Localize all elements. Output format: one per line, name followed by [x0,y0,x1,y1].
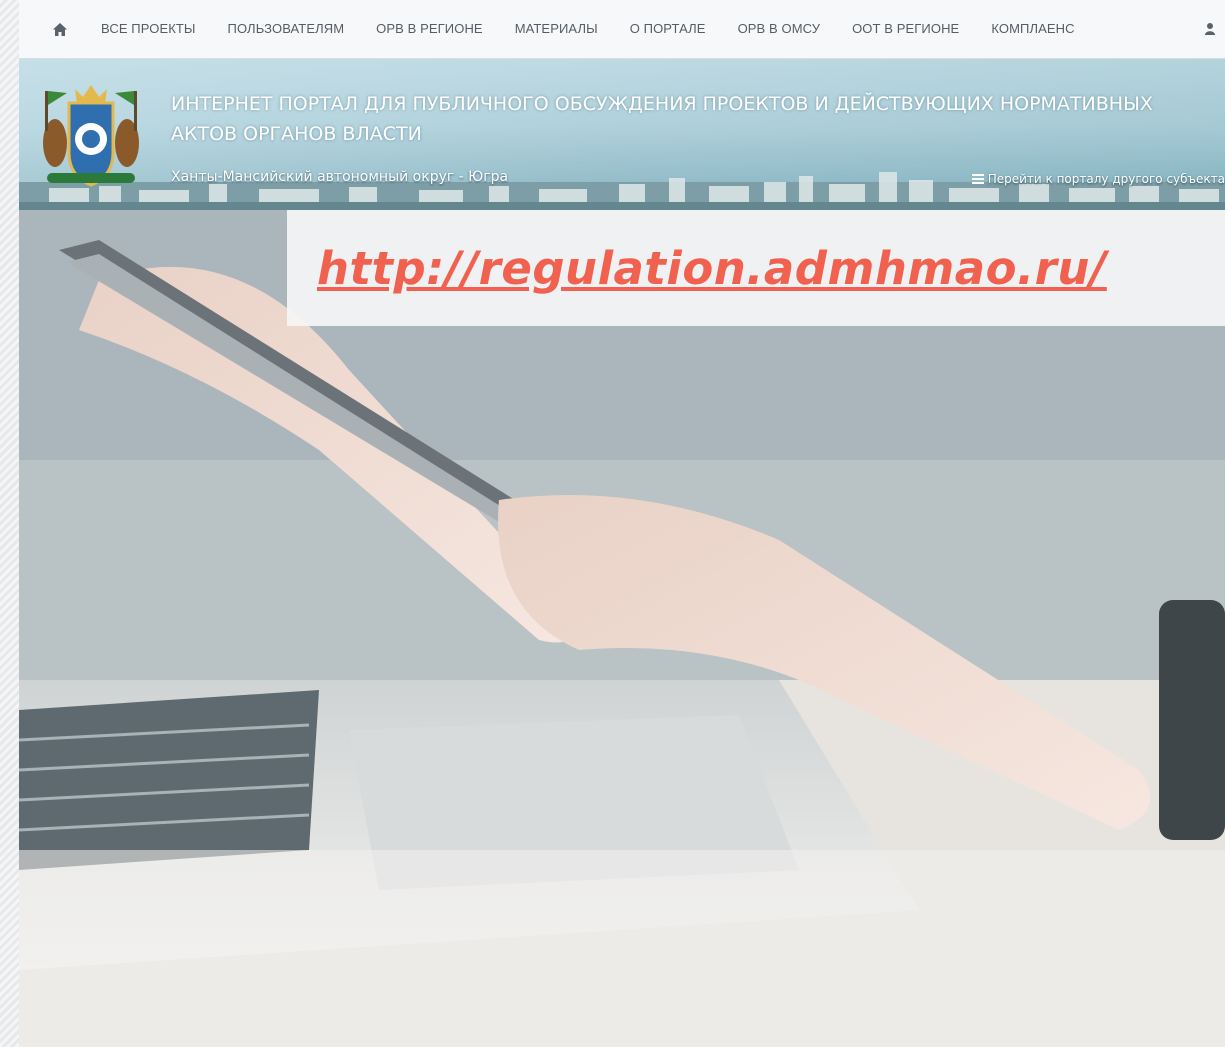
user-icon [1205,23,1215,35]
hero-section: http://regulation.admhmao.ru/ [19,210,1225,1047]
header-banner: ИНТЕРНЕТ ПОРТАЛ ДЛЯ ПУБЛИЧНОГО ОБСУЖДЕНИ… [19,59,1225,210]
nav-item-about[interactable]: О ПОРТАЛЕ [614,0,722,58]
home-icon [53,22,67,36]
nav-item-orv-region[interactable]: ОРВ В РЕГИОНЕ [360,0,499,58]
url-banner: http://regulation.admhmao.ru/ [287,210,1225,326]
nav-item-orv-omsu[interactable]: ОРВ В ОМСУ [722,0,837,58]
portal-title: ИНТЕРНЕТ ПОРТАЛ ДЛЯ ПУБЛИЧНОГО ОБСУЖДЕНИ… [171,93,1153,145]
portal-url-link[interactable]: http://regulation.admhmao.ru/ [317,242,1107,295]
decorative-corner [0,877,170,1047]
coat-of-arms-icon [43,85,139,187]
nav-item-all-projects[interactable]: ВСЕ ПРОЕКТЫ [83,0,212,58]
nav-item-materials[interactable]: МАТЕРИАЛЫ [499,0,614,58]
nav-item-compliance[interactable]: КОМПЛАЕНС [975,0,1090,58]
browser-page: ВСЕ ПРОЕКТЫ ПОЛЬЗОВАТЕЛЯМ ОРВ В РЕГИОНЕ … [19,0,1225,1047]
region-name: Ханты-Мансийский автономный округ - Югра [171,169,509,185]
switch-portal-link[interactable]: Перейти к порталу другого субъекта [971,172,1225,186]
user-menu-button[interactable] [1195,0,1225,58]
nav-item-oot-region[interactable]: ООТ В РЕГИОНЕ [836,0,975,58]
top-navigation: ВСЕ ПРОЕКТЫ ПОЛЬЗОВАТЕЛЯМ ОРВ В РЕГИОНЕ … [19,0,1225,59]
home-button[interactable] [37,0,83,58]
nav-item-for-users[interactable]: ПОЛЬЗОВАТЕЛЯМ [212,0,361,58]
menu-icon [971,174,984,184]
hero-photo [19,210,1225,1047]
switch-portal-label: Перейти к порталу другого субъекта [987,172,1225,186]
